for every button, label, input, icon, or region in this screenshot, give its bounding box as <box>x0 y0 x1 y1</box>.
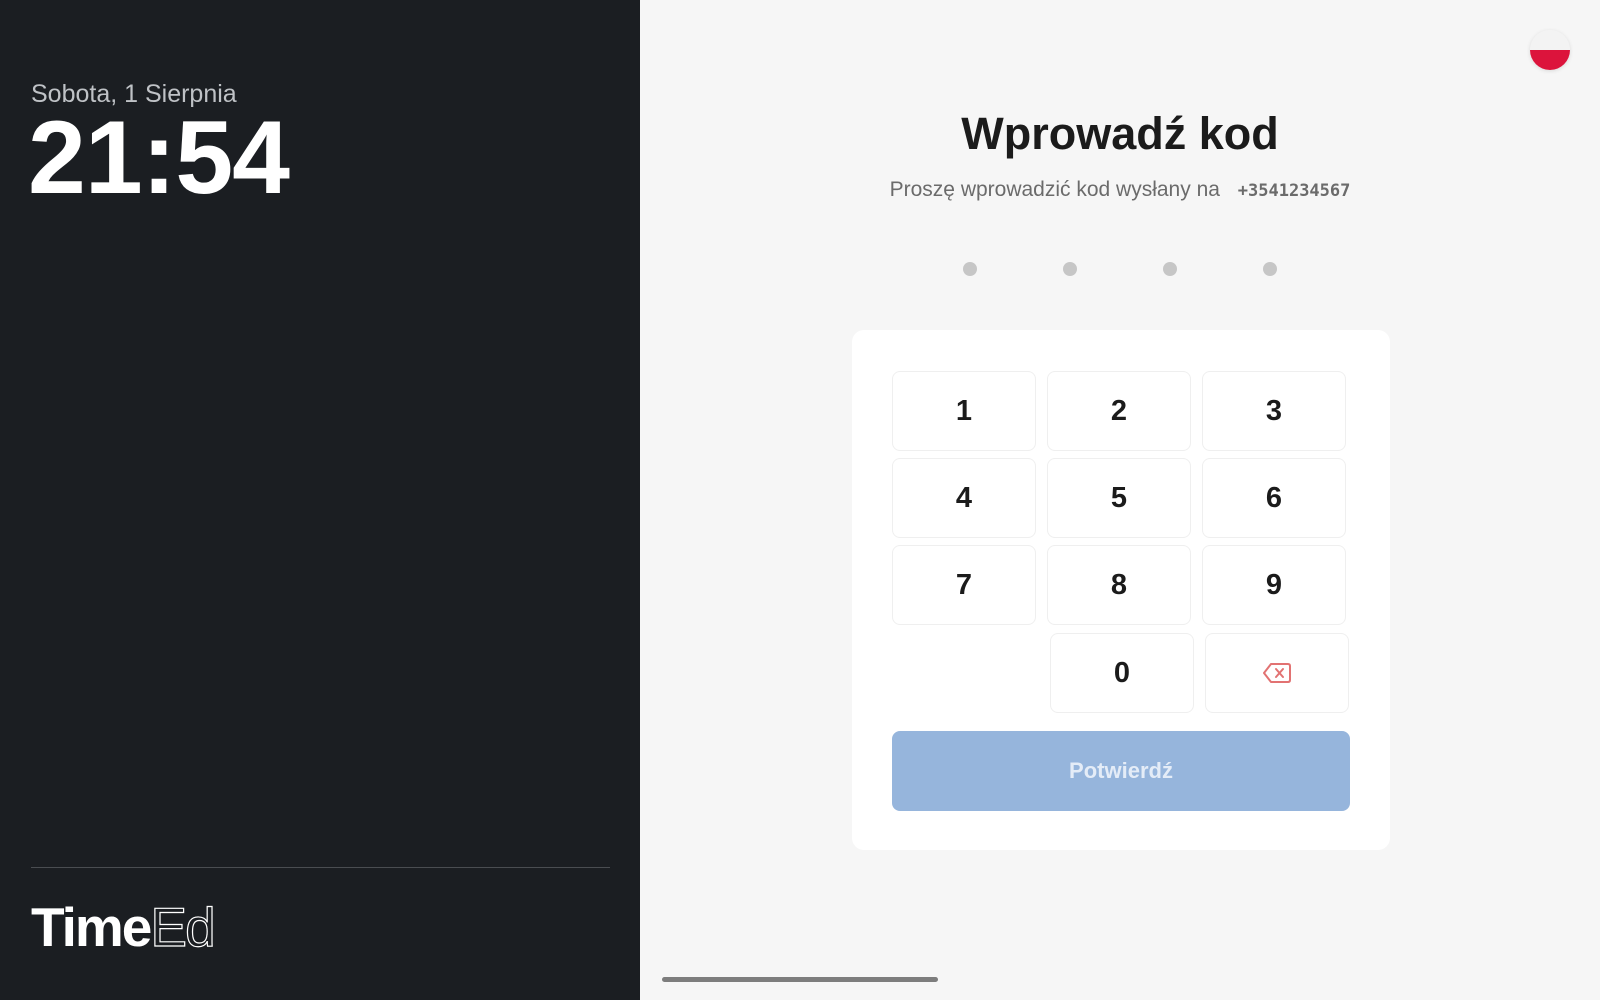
home-indicator <box>662 977 938 982</box>
keypad: 1 2 3 4 5 6 7 8 9 0 Potwierdź <box>852 330 1390 850</box>
sidebar: Sobota, 1 Sierpnia 21:54 TimeEd <box>0 0 640 1000</box>
code-dot <box>1163 262 1177 276</box>
key-4[interactable]: 4 <box>892 458 1036 538</box>
backspace-icon <box>1263 663 1291 683</box>
brand-logo-ed: Ed <box>150 896 216 958</box>
code-entry-panel: Wprowadź kod Proszę wprowadzić kod wysła… <box>640 0 1600 1000</box>
key-1[interactable]: 1 <box>892 371 1036 451</box>
flag-red-stripe <box>1530 50 1570 70</box>
phone-number: +3541234567 <box>1237 181 1351 201</box>
code-dot <box>1263 262 1277 276</box>
instruction-label: Proszę wprowadzić kod wysłany na <box>889 178 1220 201</box>
clock: 21:54 <box>28 100 290 216</box>
flag-white-stripe <box>1530 30 1570 50</box>
page-title: Wprowadź kod <box>961 108 1279 159</box>
key-9[interactable]: 9 <box>1202 545 1346 625</box>
code-dot <box>1063 262 1077 276</box>
key-6[interactable]: 6 <box>1202 458 1346 538</box>
brand-logo: TimeEd <box>31 899 216 955</box>
key-8[interactable]: 8 <box>1047 545 1191 625</box>
instruction-text: Proszę wprowadzić kod wysłany na +354123… <box>640 178 1600 202</box>
key-5[interactable]: 5 <box>1047 458 1191 538</box>
backspace-button[interactable] <box>1205 633 1349 713</box>
brand-logo-time: Time <box>31 896 152 958</box>
key-2[interactable]: 2 <box>1047 371 1191 451</box>
code-indicator <box>640 262 1600 276</box>
sidebar-divider <box>31 867 610 868</box>
confirm-button[interactable]: Potwierdź <box>892 731 1350 811</box>
key-0[interactable]: 0 <box>1050 633 1194 713</box>
key-7[interactable]: 7 <box>892 545 1036 625</box>
key-3[interactable]: 3 <box>1202 371 1346 451</box>
code-dot <box>963 262 977 276</box>
poland-flag-icon[interactable] <box>1530 30 1570 70</box>
